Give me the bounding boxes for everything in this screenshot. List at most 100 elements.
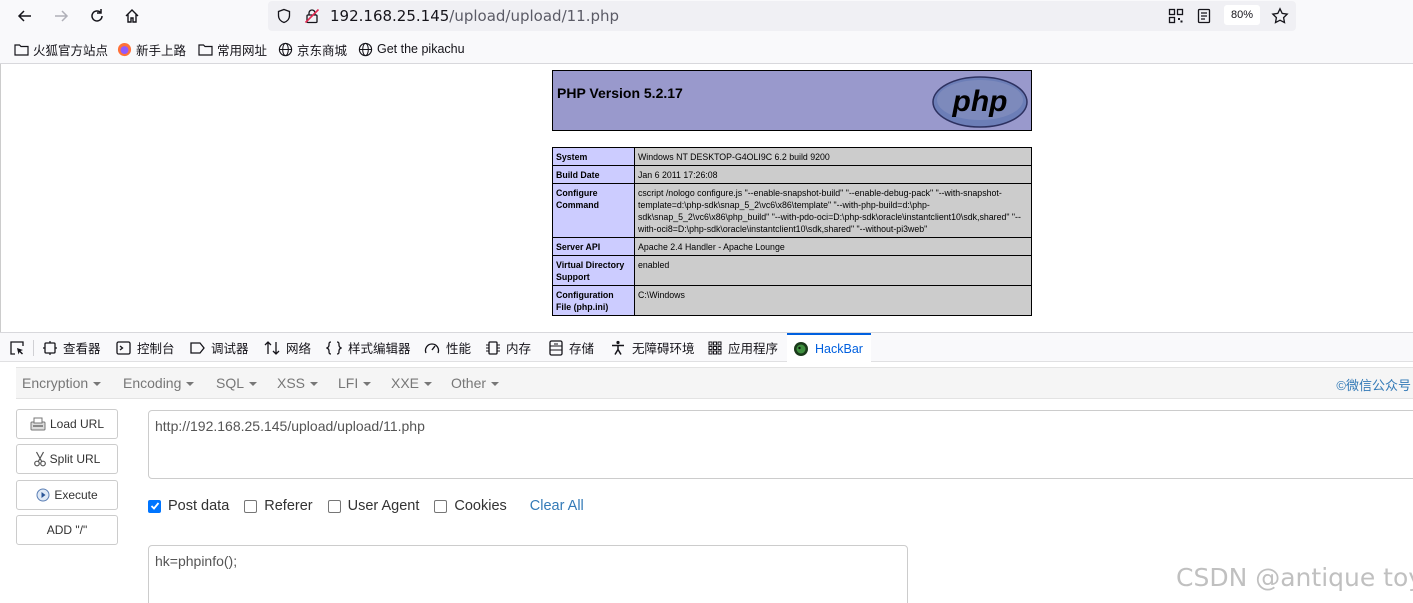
reader-view-icon[interactable] <box>1196 8 1212 24</box>
url-textarea[interactable]: http://192.168.25.145/upload/upload/11.p… <box>148 410 1413 479</box>
style-editor-icon <box>326 340 342 355</box>
checkbox-unchecked[interactable] <box>434 499 448 513</box>
table-row: Configuration File (php.ini) C:\Windows <box>552 285 1032 316</box>
url-path: /upload/upload/11.php <box>449 7 620 25</box>
php-logo: php <box>932 76 1028 128</box>
tab-label: 控制台 <box>137 342 175 356</box>
button-label: Load URL <box>49 417 105 431</box>
tab-debugger[interactable]: 调试器 <box>190 333 249 362</box>
globe-icon <box>358 42 373 56</box>
application-icon <box>708 341 722 354</box>
bookmarks-toolbar: 火狐官方站点 新手上路 常用网址 京东商城 Get the pikachu <box>0 32 1413 64</box>
tab-accessibility[interactable]: 无障碍环境 <box>610 333 695 362</box>
bookmark-item[interactable]: 常用网址 <box>198 41 268 58</box>
clear-all-link[interactable]: Clear All <box>530 498 584 514</box>
menu-label: Encryption <box>22 375 89 391</box>
cookies-checkbox[interactable]: Cookies <box>434 498 507 514</box>
url-bar[interactable]: 192.168.25.145/upload/upload/11.php <box>268 1 1296 31</box>
tab-memory[interactable]: 内存 <box>486 333 531 362</box>
tracking-protection-shield-icon[interactable] <box>276 8 292 24</box>
menu-encryption[interactable]: Encryption <box>22 375 102 391</box>
tab-style-editor[interactable]: 样式编辑器 <box>326 333 411 362</box>
referer-checkbox[interactable]: Referer <box>244 498 313 514</box>
menu-label: Encoding <box>123 375 182 391</box>
hackbar-menu: Encryption Encoding SQL XSS LFI XXE Othe… <box>16 367 1413 399</box>
home-icon <box>125 9 139 23</box>
menu-sql[interactable]: SQL <box>216 375 258 391</box>
bookmark-item[interactable]: 京东商城 <box>278 41 348 58</box>
menu-label: XXE <box>391 375 420 391</box>
caret-down-icon <box>93 382 102 387</box>
caret-down-icon <box>363 382 372 387</box>
tab-label: 样式编辑器 <box>348 342 411 356</box>
url-text[interactable]: 192.168.25.145/upload/upload/11.php <box>330 7 619 25</box>
bookmark-star-icon[interactable] <box>1271 7 1289 25</box>
info-key: Configuration File (php.ini) <box>552 285 635 316</box>
menu-other[interactable]: Other <box>451 375 500 391</box>
menu-lfi[interactable]: LFI <box>338 375 372 391</box>
bookmark-label: 京东商城 <box>297 43 348 58</box>
tab-label: 应用程序 <box>728 342 779 356</box>
network-icon <box>264 340 280 355</box>
bookmark-item[interactable]: 新手上路 <box>117 41 186 58</box>
php-version-header: PHP Version 5.2.17 php <box>552 70 1032 131</box>
home-button[interactable] <box>119 4 145 28</box>
qr-code-icon[interactable] <box>1168 8 1184 24</box>
memory-icon <box>486 340 500 355</box>
post-data-textarea[interactable]: hk=phpinfo(); <box>148 545 908 603</box>
tab-application[interactable]: 应用程序 <box>708 333 778 362</box>
play-icon <box>36 488 50 502</box>
tab-label: 存储 <box>569 342 595 356</box>
back-button[interactable] <box>12 4 38 28</box>
checkbox-unchecked[interactable] <box>327 499 341 513</box>
checkbox-label: User Agent <box>347 498 420 514</box>
menu-label: XSS <box>277 375 306 391</box>
menu-xxe[interactable]: XXE <box>391 375 433 391</box>
zoom-level-button[interactable]: 80% <box>1224 5 1260 25</box>
bookmark-label: 常用网址 <box>217 43 268 58</box>
bookmark-item[interactable]: 火狐官方站点 <box>14 41 109 58</box>
info-value: cscript /nologo configure.js "--enable-s… <box>634 183 1032 238</box>
tab-console[interactable]: 控制台 <box>116 333 175 362</box>
tab-network[interactable]: 网络 <box>264 333 311 362</box>
caret-down-icon <box>424 382 433 387</box>
insecure-lock-icon[interactable] <box>304 8 320 24</box>
bookmark-label: 火狐官方站点 <box>33 43 109 58</box>
tab-performance[interactable]: 性能 <box>424 333 471 362</box>
button-label: Execute <box>54 488 98 502</box>
folder-icon <box>14 43 29 56</box>
tab-storage[interactable]: 存储 <box>549 333 594 362</box>
page-content: PHP Version 5.2.17 php System Windows NT … <box>0 64 1413 332</box>
execute-button[interactable]: Execute <box>16 480 118 510</box>
info-value: C:\Windows <box>634 285 1032 316</box>
navigation-toolbar: 192.168.25.145/upload/upload/11.php 80% <box>0 0 1413 32</box>
split-url-button[interactable]: Split URL <box>16 444 118 474</box>
info-value: enabled <box>634 255 1032 286</box>
scissors-icon <box>33 451 46 467</box>
tab-inspector[interactable]: 查看器 <box>43 333 101 362</box>
forward-button[interactable] <box>48 4 74 28</box>
tab-hackbar[interactable]: HackBar <box>787 333 871 362</box>
credit-link[interactable]: ©微信公众号 <box>1336 375 1411 394</box>
checkbox-unchecked[interactable] <box>244 499 258 513</box>
reload-button[interactable] <box>84 4 110 28</box>
bookmark-item[interactable]: Get the pikachu <box>358 41 465 57</box>
element-picker-icon[interactable] <box>9 340 25 356</box>
performance-icon <box>424 342 440 353</box>
caret-down-icon <box>310 382 319 387</box>
checkbox-label: Post data <box>168 498 230 514</box>
post-data-checkbox[interactable]: Post data <box>148 498 229 514</box>
watermark-text: CSDN @antique toy <box>1176 563 1413 592</box>
tab-label: HackBar <box>815 341 863 356</box>
add-slash-button[interactable]: ADD "/" <box>16 515 118 545</box>
folder-icon <box>198 43 213 56</box>
user-agent-checkbox[interactable]: User Agent <box>327 498 420 514</box>
tab-label: 内存 <box>506 342 532 356</box>
checkmark-icon <box>150 502 159 510</box>
info-key: Virtual Directory Support <box>552 255 635 286</box>
checkbox-checked[interactable] <box>148 499 161 513</box>
menu-encoding[interactable]: Encoding <box>123 375 195 391</box>
menu-xss[interactable]: XSS <box>277 375 319 391</box>
phpinfo-table: System Windows NT DESKTOP-G4OLI9C 6.2 bui… <box>552 147 1032 316</box>
load-url-button[interactable]: Load URL <box>16 409 118 439</box>
